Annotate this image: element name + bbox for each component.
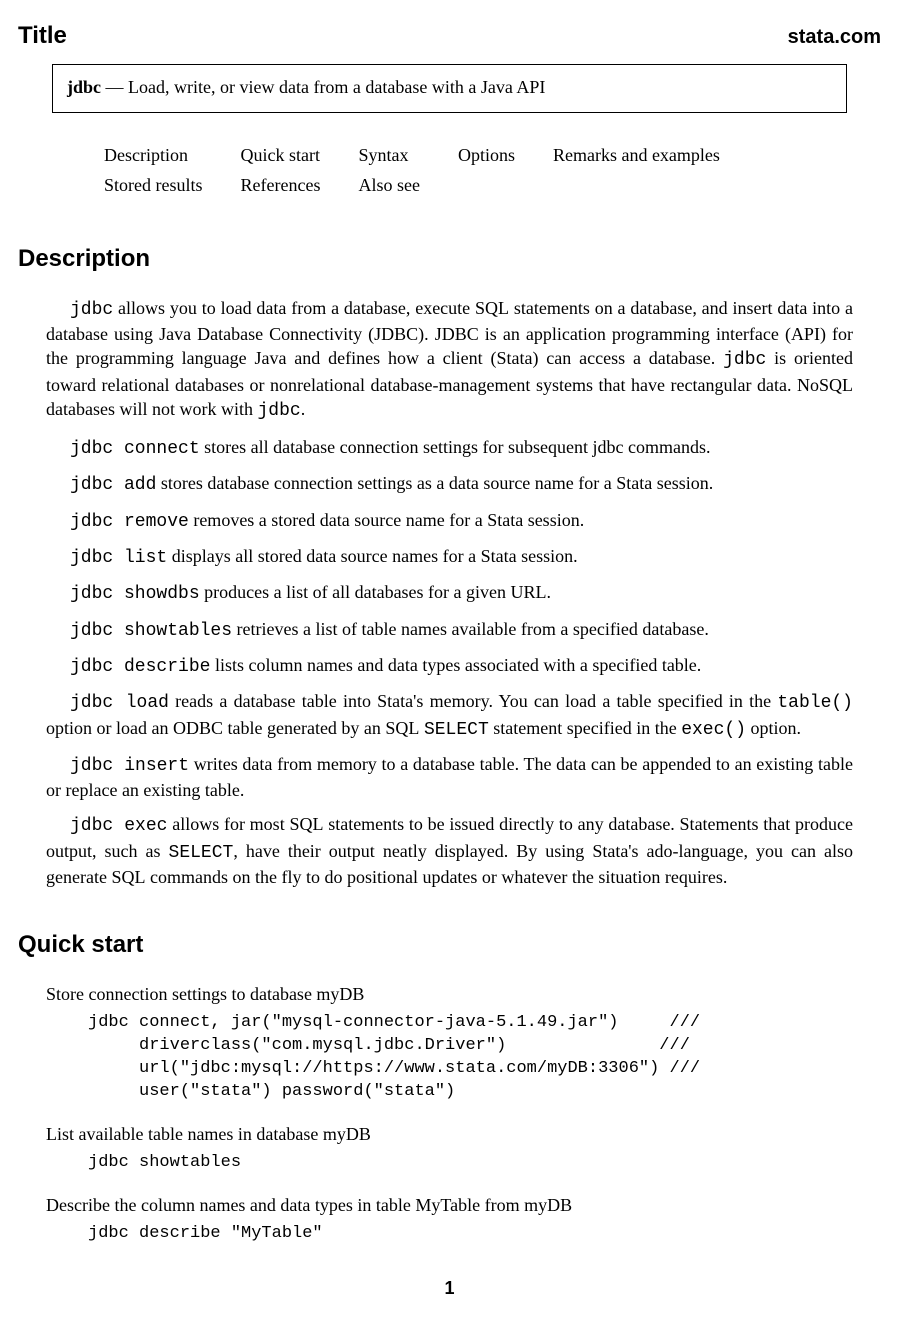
qs-ex1-code: jdbc connect, jar("mysql-connector-java-… [88,1012,853,1104]
qs-ex1-label: Store connection settings to database my… [46,982,853,1006]
desc-showdbs: jdbc showdbs produces a list of all data… [46,580,853,606]
nav-stored-results[interactable]: Stored results [104,175,203,195]
desc-add: jdbc add stores database connection sett… [46,471,853,497]
title-box-dash: — [106,77,124,97]
nav-options[interactable]: Options [458,145,515,165]
page-number: 1 [18,1276,881,1300]
nav-references[interactable]: References [241,175,321,195]
desc-showtables: jdbc showtables retrieves a list of tabl… [46,617,853,643]
qs-ex3-code: jdbc describe "MyTable" [88,1223,853,1246]
desc-list: jdbc list displays all stored data sourc… [46,544,853,570]
nav-links: Description Quick start Syntax Options R… [102,141,758,204]
qs-ex2-label: List available table names in database m… [46,1122,853,1146]
qs-ex2-code: jdbc showtables [88,1152,853,1175]
desc-insert: jdbc insert writes data from memory to a… [46,752,853,803]
title-box-command: jdbc [67,77,101,97]
quickstart-heading: Quick start [18,929,881,961]
header-row: Title stata.com [18,20,881,52]
desc-remove: jdbc remove removes a stored data source… [46,508,853,534]
title-box: jdbc — Load, write, or view data from a … [52,64,847,112]
brand-link[interactable]: stata.com [788,24,881,51]
desc-load: jdbc load reads a database table into St… [46,689,853,742]
title-box-description: Load, write, or view data from a databas… [128,77,545,97]
desc-exec: jdbc exec allows for most SQL statements… [46,812,853,889]
description-heading: Description [18,243,881,275]
desc-connect: jdbc connect stores all database connect… [46,435,853,461]
nav-also-see[interactable]: Also see [358,175,420,195]
nav-description[interactable]: Description [104,145,188,165]
page-title: Title [18,20,67,52]
nav-syntax[interactable]: Syntax [358,145,408,165]
qs-ex3-label: Describe the column names and data types… [46,1193,853,1217]
description-intro: jdbc allows you to load data from a data… [46,296,853,423]
nav-quick-start[interactable]: Quick start [241,145,320,165]
desc-describe: jdbc describe lists column names and dat… [46,653,853,679]
nav-remarks[interactable]: Remarks and examples [553,145,720,165]
